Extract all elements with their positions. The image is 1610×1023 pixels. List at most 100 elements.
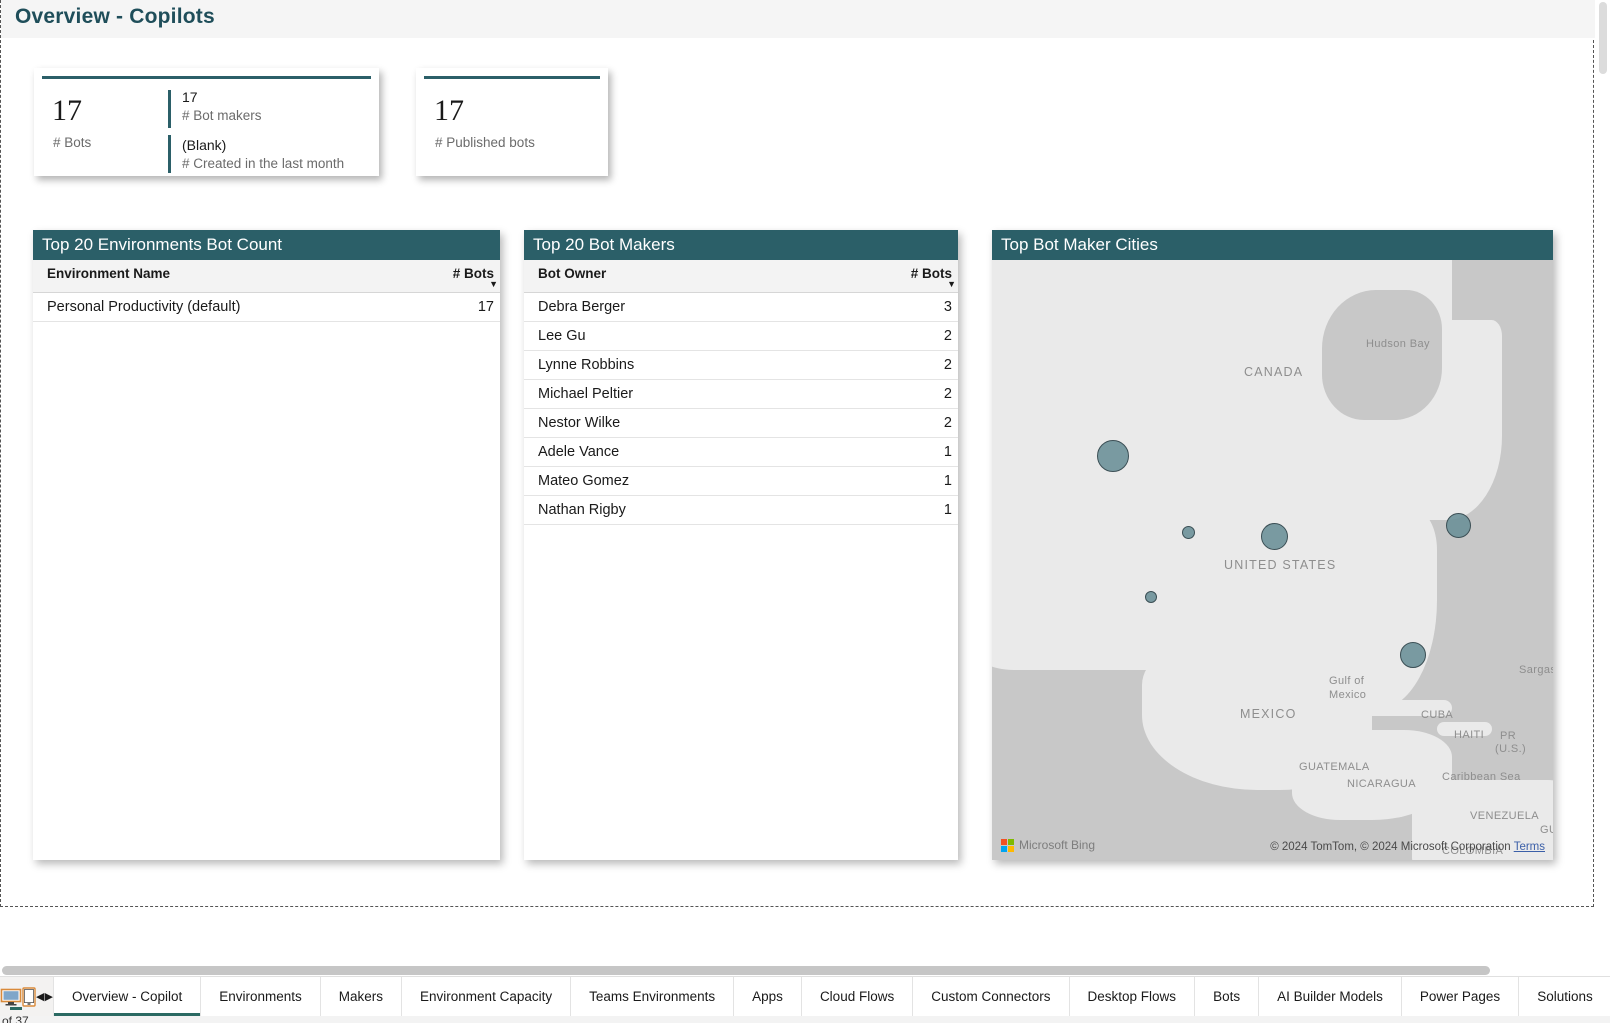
- map-region-label: Caribbean Sea: [1442, 771, 1521, 783]
- page-tab-apps[interactable]: Apps: [733, 977, 801, 1016]
- page-tab-power-pages[interactable]: Power Pages: [1400, 977, 1519, 1016]
- panel-top-bot-maker-cities[interactable]: Top Bot Maker Cities CANADA Hudson Bay U…: [992, 230, 1553, 860]
- bing-label: Microsoft Bing: [1019, 838, 1096, 852]
- map-region-label: CANADA: [1244, 365, 1304, 379]
- bing-logo: Microsoft Bing: [1001, 838, 1095, 852]
- cell-bot-owner: Michael Peltier: [524, 379, 872, 409]
- microsoft-logo-icon: [1001, 838, 1014, 852]
- panel-body-bot-makers: Bot Owner # Bots ▼ Debra Berger 3 Lee Gu 2 L…: [524, 260, 958, 525]
- table-row[interactable]: Mateo Gomez 1: [524, 466, 958, 496]
- kpi-divider-2: [168, 135, 171, 173]
- column-header-bots-label: # Bots: [452, 266, 494, 281]
- page-tab-teams-environments[interactable]: Teams Environments: [570, 977, 734, 1016]
- map-bubble-miami[interactable]: [1400, 642, 1426, 668]
- column-header-bots[interactable]: # Bots ▼: [397, 260, 500, 293]
- table-row[interactable]: Debra Berger 3: [524, 292, 958, 322]
- table-row[interactable]: Michael Peltier 2: [524, 379, 958, 409]
- cell-bot-count: 2: [871, 350, 958, 380]
- map-region-label: CUBA: [1421, 709, 1454, 721]
- cell-bot-owner: Nestor Wilke: [524, 408, 872, 438]
- kpi-card-bots[interactable]: 17 # Bots 17 # Bot makers (Blank) # Crea…: [34, 68, 379, 176]
- map-water-hudson-bay: [1322, 290, 1442, 420]
- map-bubble-san-diego[interactable]: [1145, 591, 1157, 603]
- cell-bot-count: 1: [871, 466, 958, 496]
- table-header-row: Bot Owner # Bots ▼: [524, 260, 958, 293]
- previous-page-button[interactable]: ◀: [36, 977, 45, 1016]
- page-tab-solutions[interactable]: Solutions: [1518, 977, 1610, 1016]
- kpi-botmakers-label: # Bot makers: [182, 108, 262, 123]
- page-title: Overview - Copilots: [15, 5, 215, 28]
- table-row[interactable]: Lynne Robbins 2: [524, 350, 958, 380]
- cell-bot-owner: Lynne Robbins: [524, 350, 872, 380]
- cell-bot-owner: Nathan Rigby: [524, 495, 872, 525]
- cell-bot-count: 2: [871, 408, 958, 438]
- bottom-chrome: ◀ ▶ Overview - Copilot Environments Makers…: [0, 907, 1610, 1023]
- panel-title-environments: Top 20 Environments Bot Count: [33, 230, 500, 260]
- map-attribution: © 2024 TomTom, © 2024 Microsoft Corporat…: [1270, 841, 1545, 853]
- column-header-bot-owner[interactable]: Bot Owner: [524, 260, 872, 293]
- column-header-environment-name[interactable]: Environment Name: [33, 260, 398, 293]
- map-bubble-new-york[interactable]: [1445, 512, 1471, 538]
- chevron-right-icon: ▶: [44, 991, 53, 1003]
- map-region-label: Sargass: [1519, 664, 1553, 676]
- map-bubble-chicago-area[interactable]: [1260, 522, 1288, 550]
- page-tab-cloud-flows[interactable]: Cloud Flows: [800, 977, 913, 1016]
- desktop-view-button[interactable]: [0, 977, 34, 1016]
- page-tab-custom-connectors[interactable]: Custom Connectors: [912, 977, 1069, 1016]
- cell-bot-count: 1: [871, 495, 958, 525]
- page-tab-bots[interactable]: Bots: [1194, 977, 1259, 1016]
- map-region-label: Gulf of: [1329, 675, 1365, 687]
- page-tab-environments[interactable]: Environments: [200, 977, 320, 1016]
- kpi-botmakers-value: 17: [182, 89, 198, 105]
- panel-body-map: CANADA Hudson Bay UNITED STATES MEXICO Gulf …: [992, 260, 1553, 860]
- map-canvas[interactable]: CANADA Hudson Bay UNITED STATES MEXICO Gulf …: [992, 260, 1553, 860]
- table-environments[interactable]: Environment Name # Bots ▼ Personal Produ…: [33, 260, 500, 322]
- kpi-bots-label: # Bots: [53, 135, 92, 150]
- map-bubble-seattle[interactable]: [1097, 440, 1129, 472]
- panel-bot-makers[interactable]: Top 20 Bot Makers Bot Owner # Bots ▼ Deb…: [524, 230, 958, 860]
- map-terms-link[interactable]: Terms: [1514, 841, 1545, 853]
- table-row[interactable]: Lee Gu 2: [524, 321, 958, 351]
- cell-bot-count: 2: [871, 379, 958, 409]
- map-region-label: MEXICO: [1240, 707, 1297, 721]
- page-tab-overview-copilot[interactable]: Overview - Copilot: [52, 977, 201, 1016]
- next-page-button[interactable]: ▶: [44, 977, 53, 1016]
- table-bot-makers[interactable]: Bot Owner # Bots ▼ Debra Berger 3 Lee Gu 2 L…: [524, 260, 958, 525]
- cell-bot-count: 3: [871, 292, 958, 322]
- table-body-bot-makers: Debra Berger 3 Lee Gu 2 Lynne Robbins 2 Michae…: [524, 292, 958, 525]
- table-row[interactable]: Personal Productivity (default) 17: [33, 292, 500, 322]
- map-region-label: PR: [1500, 730, 1517, 742]
- cell-environment-name: Personal Productivity (default): [33, 292, 398, 322]
- map-region-label: HAITI: [1454, 729, 1485, 741]
- canvas-vertical-scrollbar[interactable]: [1596, 0, 1610, 907]
- map-bubble-salt-lake-city[interactable]: [1181, 525, 1195, 539]
- horizontal-scrollbar-thumb[interactable]: [2, 966, 1490, 975]
- table-row[interactable]: Adele Vance 1: [524, 437, 958, 467]
- kpi-published-value: 17: [434, 94, 464, 127]
- table-row[interactable]: Nestor Wilke 2: [524, 408, 958, 438]
- report-header-band: Overview - Copilots: [1, 0, 1595, 38]
- page-tab-ai-builder-models[interactable]: AI Builder Models: [1258, 977, 1401, 1016]
- cell-bot-owner: Mateo Gomez: [524, 466, 872, 496]
- column-header-bots-label: # Bots: [910, 266, 952, 281]
- page-tab-environment-capacity[interactable]: Environment Capacity: [401, 977, 571, 1016]
- cell-bot-owner: Adele Vance: [524, 437, 872, 467]
- panel-body-environments: Environment Name # Bots ▼ Personal Produ…: [33, 260, 500, 322]
- report-canvas: Overview - Copilots 17 # Bots 17 # Bot m…: [0, 0, 1595, 907]
- kpi-accent-line: [42, 76, 371, 79]
- kpi-card-published-bots[interactable]: 17 # Published bots: [416, 68, 608, 176]
- cell-bot-owner: Lee Gu: [524, 321, 872, 351]
- canvas-vertical-scrollbar-thumb[interactable]: [1599, 2, 1607, 74]
- page-tab-makers[interactable]: Makers: [319, 977, 402, 1016]
- map-region-label: Hudson Bay: [1366, 338, 1430, 350]
- status-page-count: of 37: [2, 1016, 29, 1023]
- page-tab-desktop-flows[interactable]: Desktop Flows: [1068, 977, 1195, 1016]
- panel-environments-bot-count[interactable]: Top 20 Environments Bot Count Environmen…: [33, 230, 500, 860]
- table-row[interactable]: Nathan Rigby 1: [524, 495, 958, 525]
- panel-title-bot-makers: Top 20 Bot Makers: [524, 230, 958, 260]
- sort-descending-icon: ▼: [489, 279, 498, 289]
- page-tab-strip: ◀ ▶ Overview - Copilot Environments Makers…: [0, 976, 1610, 1016]
- column-header-bots[interactable]: # Bots ▼: [871, 260, 958, 293]
- mobile-view-button[interactable]: [22, 977, 36, 1016]
- kpi-published-label: # Published bots: [435, 135, 535, 150]
